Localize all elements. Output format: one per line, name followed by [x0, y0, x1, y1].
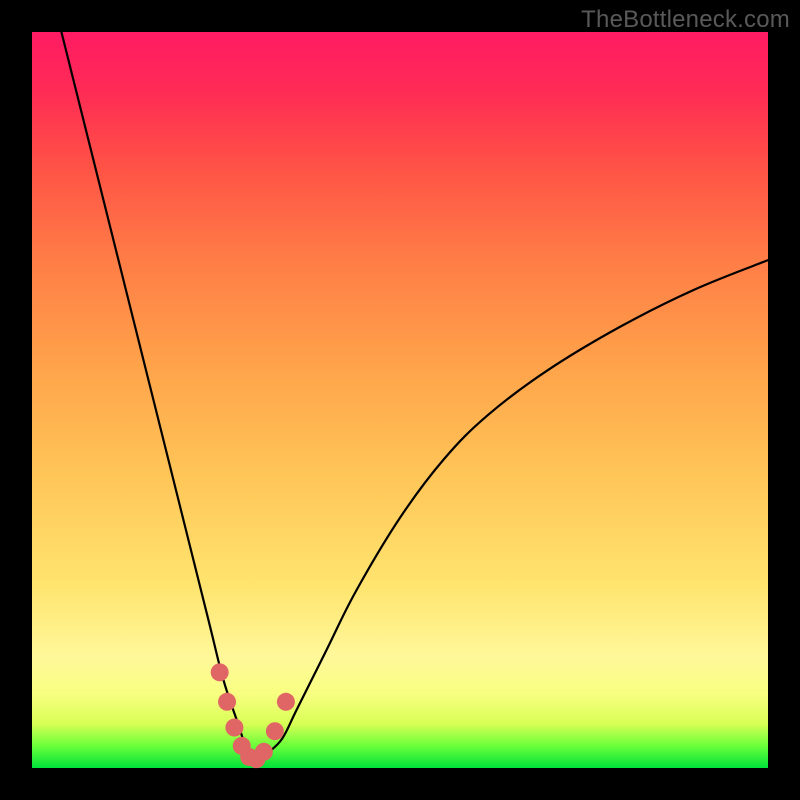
bottleneck-curve: [61, 32, 768, 762]
watermark-text: TheBottleneck.com: [581, 6, 790, 34]
highlight-dot: [266, 722, 284, 740]
highlight-dot: [277, 693, 295, 711]
highlight-dot: [225, 719, 243, 737]
highlight-dot: [211, 663, 229, 681]
highlight-dot: [218, 693, 236, 711]
plot-area: [32, 32, 768, 768]
highlight-dot: [255, 743, 273, 761]
curve-layer: [32, 32, 768, 768]
chart-frame: TheBottleneck.com: [0, 0, 800, 800]
highlight-dots: [211, 663, 295, 768]
